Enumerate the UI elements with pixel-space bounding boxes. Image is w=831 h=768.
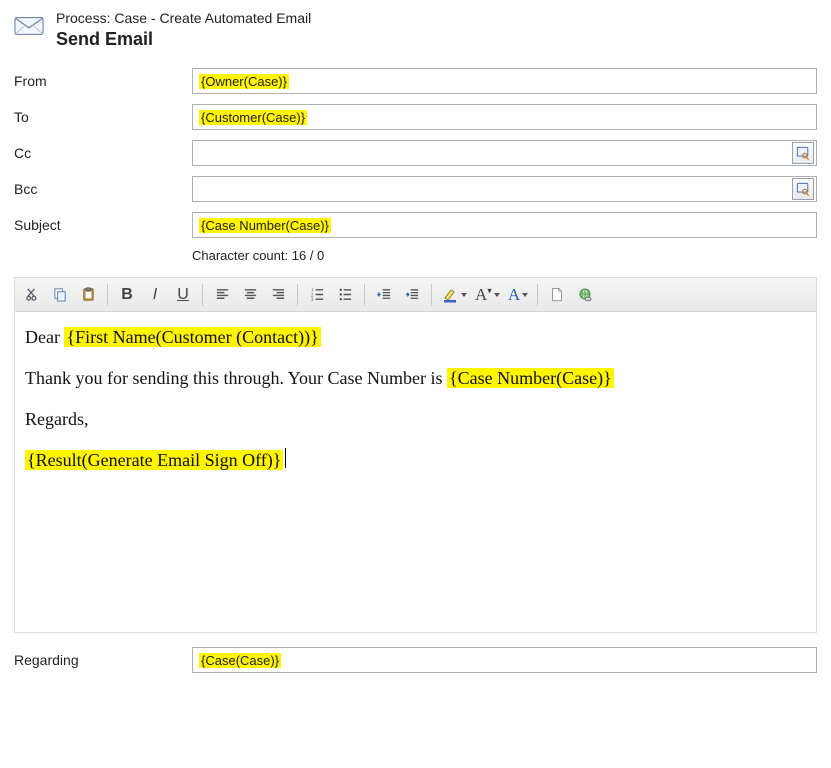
- row-bcc: Bcc: [14, 176, 817, 202]
- highlight-color-button[interactable]: [438, 287, 470, 303]
- value-from: {Owner(Case)}: [199, 74, 289, 89]
- header: Process: Case - Create Automated Email S…: [14, 10, 817, 50]
- italic-button[interactable]: I: [142, 282, 168, 308]
- insert-page-button[interactable]: [544, 282, 570, 308]
- value-regarding: {Case(Case)}: [199, 653, 281, 668]
- bold-button[interactable]: B: [114, 282, 140, 308]
- token-case-number: {Case Number(Case)}: [447, 368, 614, 388]
- chevron-down-icon: [494, 293, 500, 297]
- underline-button[interactable]: U: [170, 282, 196, 308]
- scissors-icon: [25, 287, 40, 302]
- page-icon: [550, 287, 564, 302]
- separator: [431, 284, 432, 306]
- body-regards: Regards,: [25, 406, 806, 433]
- row-to: To {Customer(Case)}: [14, 104, 817, 130]
- label-bcc: Bcc: [14, 181, 192, 197]
- search-page-icon: [796, 146, 810, 160]
- input-cc[interactable]: [192, 140, 817, 166]
- indent-icon: [405, 287, 420, 302]
- separator: [297, 284, 298, 306]
- body-line2: Thank you for sending this through. Your…: [25, 368, 447, 388]
- input-subject[interactable]: {Case Number(Case)}: [192, 212, 817, 238]
- copy-icon: [53, 287, 68, 302]
- bcc-lookup-button[interactable]: [792, 178, 814, 200]
- email-icon: [14, 14, 44, 38]
- svg-text:3: 3: [310, 298, 313, 302]
- value-to: {Customer(Case)}: [199, 110, 307, 125]
- input-regarding[interactable]: {Case(Case)}: [192, 647, 817, 673]
- editor-toolbar: B I U 1 2: [15, 278, 816, 312]
- globe-link-icon: [577, 287, 593, 303]
- align-right-icon: [271, 287, 286, 302]
- value-subject: {Case Number(Case)}: [199, 218, 331, 233]
- label-cc: Cc: [14, 145, 192, 161]
- ordered-list-icon: 1 2 3: [310, 287, 325, 302]
- font-size-button[interactable]: A▾: [472, 285, 503, 305]
- token-signoff: {Result(Generate Email Sign Off)}: [25, 450, 283, 470]
- text-cursor: [285, 448, 286, 468]
- align-left-icon: [215, 287, 230, 302]
- unordered-list-button[interactable]: [332, 282, 358, 308]
- input-bcc[interactable]: [192, 176, 817, 202]
- token-first-name: {First Name(Customer (Contact))}: [64, 327, 320, 347]
- cc-lookup-button[interactable]: [792, 142, 814, 164]
- outdent-button[interactable]: [371, 282, 397, 308]
- separator: [537, 284, 538, 306]
- cut-button[interactable]: [19, 282, 45, 308]
- separator: [364, 284, 365, 306]
- paste-button[interactable]: [75, 282, 101, 308]
- separator: [202, 284, 203, 306]
- label-to: To: [14, 109, 192, 125]
- search-page-icon: [796, 182, 810, 196]
- align-left-button[interactable]: [209, 282, 235, 308]
- input-from[interactable]: {Owner(Case)}: [192, 68, 817, 94]
- process-title: Process: Case - Create Automated Email: [56, 10, 311, 28]
- align-center-icon: [243, 287, 258, 302]
- clipboard-icon: [81, 287, 96, 302]
- ordered-list-button[interactable]: 1 2 3: [304, 282, 330, 308]
- row-regarding: Regarding {Case(Case)}: [14, 647, 817, 673]
- body-dear: Dear: [25, 327, 64, 347]
- action-title: Send Email: [56, 28, 311, 51]
- copy-button[interactable]: [47, 282, 73, 308]
- font-size-icon: A▾: [475, 285, 492, 305]
- label-regarding: Regarding: [14, 652, 192, 668]
- font-color-icon: A: [508, 285, 520, 305]
- highlight-icon: [441, 287, 459, 303]
- align-center-button[interactable]: [237, 282, 263, 308]
- label-from: From: [14, 73, 192, 89]
- rich-text-editor: B I U 1 2: [14, 277, 817, 633]
- chevron-down-icon: [461, 293, 467, 297]
- label-subject: Subject: [14, 217, 192, 233]
- bullet-list-icon: [338, 287, 353, 302]
- font-color-button[interactable]: A: [505, 285, 531, 305]
- character-count: Character count: 16 / 0: [192, 248, 817, 263]
- row-cc: Cc: [14, 140, 817, 166]
- separator: [107, 284, 108, 306]
- indent-button[interactable]: [399, 282, 425, 308]
- align-right-button[interactable]: [265, 282, 291, 308]
- insert-link-button[interactable]: [572, 282, 598, 308]
- row-subject: Subject {Case Number(Case)}: [14, 212, 817, 238]
- row-from: From {Owner(Case)}: [14, 68, 817, 94]
- input-to[interactable]: {Customer(Case)}: [192, 104, 817, 130]
- outdent-icon: [377, 287, 392, 302]
- chevron-down-icon: [522, 293, 528, 297]
- email-body[interactable]: Dear {First Name(Customer (Contact))} Th…: [15, 312, 816, 632]
